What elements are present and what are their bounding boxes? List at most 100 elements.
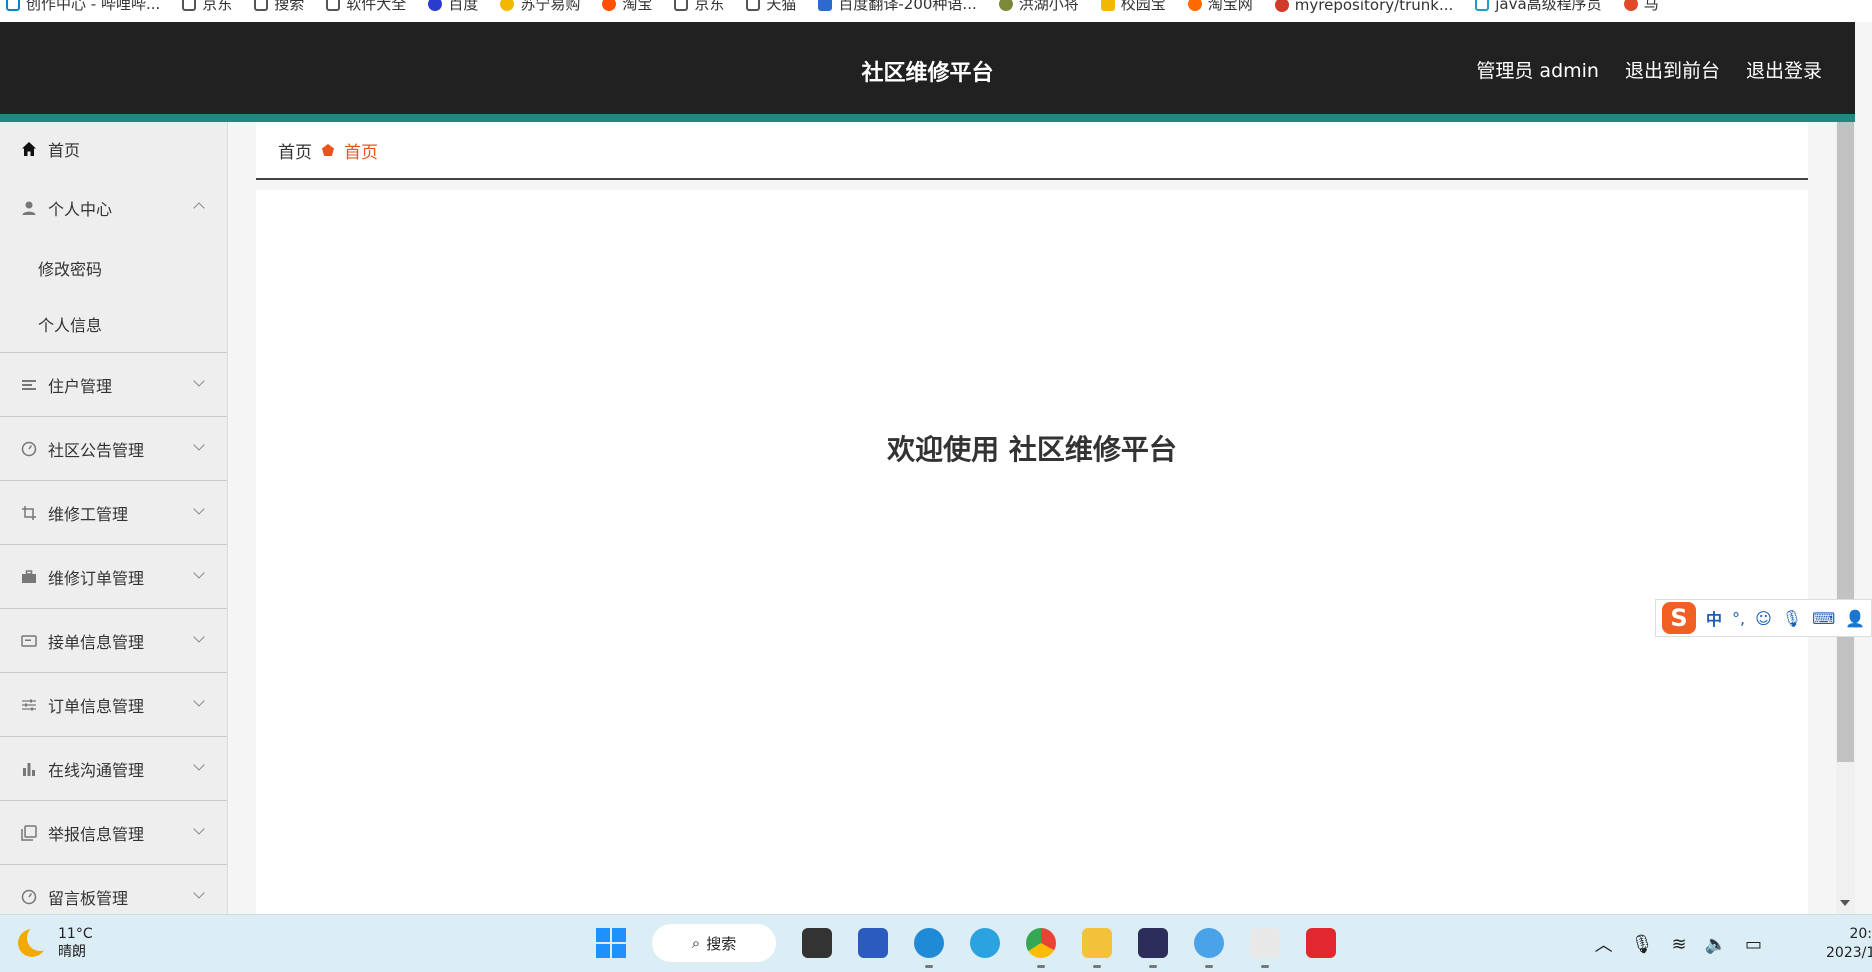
bookmark-item[interactable]: 搜索 [254, 0, 304, 14]
suning-icon [500, 0, 515, 11]
sogou-logo-icon[interactable]: S [1662, 602, 1696, 634]
sidebar-item-label: 维修订单管理 [48, 568, 145, 588]
weather-widget[interactable]: 11°C 晴朗 [18, 925, 93, 961]
sidebar-item-home[interactable]: 首页 [0, 122, 227, 176]
photos-icon[interactable] [1194, 928, 1224, 968]
taskbar-search[interactable]: ⌕ 搜索 [652, 924, 776, 962]
bookmark-item[interactable]: 马 [1623, 0, 1659, 14]
search-icon: ⌕ [691, 934, 701, 952]
game-icon [998, 0, 1013, 11]
page-scrollbar[interactable] [1836, 122, 1855, 914]
page-icon [326, 0, 341, 11]
sidebar-item-order-info[interactable]: 订单信息管理 [0, 673, 227, 737]
sidebar-item-repairmen[interactable]: 维修工管理 [0, 481, 227, 545]
chrome-icon [1274, 0, 1289, 12]
chevron-down-icon [193, 759, 205, 771]
sidebar-item-personal[interactable]: 个人中心 [0, 176, 227, 240]
sidebar-subitem-personal-info[interactable]: 个人信息 [0, 296, 227, 352]
welcome-title: 欢迎使用 社区维修平台 [887, 433, 1177, 466]
file-explorer-icon[interactable] [1082, 928, 1112, 968]
gauge-icon [20, 888, 38, 906]
bookmark-item[interactable]: 百度翻译-200种语... [818, 0, 977, 14]
ime-toolbar: S 中 °, ☺ 🎙 ⌨ 👤 [1655, 599, 1872, 637]
taskbar: 11°C 晴朗 ⌕ 搜索 ︿ 🎙 ≋ 🔈 ▭ 20: 2023/1 [0, 914, 1872, 972]
edge-icon[interactable] [914, 928, 944, 968]
keyboard-icon[interactable]: ⌨ [1812, 609, 1835, 628]
sidebar-group-personal: 个人中心 修改密码 个人信息 [0, 176, 227, 353]
clock-time: 20: [1849, 926, 1872, 942]
microphone-icon[interactable]: 🎙 [1782, 609, 1802, 628]
chevron-down-icon [193, 695, 205, 707]
wps-presentation-icon[interactable] [1250, 928, 1280, 968]
bookmark-item[interactable]: 软件大全 [326, 0, 406, 14]
exit-to-front-link[interactable]: 退出到前台 [1625, 56, 1720, 83]
translate-icon [818, 0, 833, 11]
sidebar-item-accept-info[interactable]: 接单信息管理 [0, 609, 227, 673]
sidebar-item-label: 住户管理 [48, 376, 113, 396]
chevron-down-icon [193, 375, 205, 387]
bookmark-item[interactable]: 天猫 [746, 0, 796, 14]
crop-icon [20, 504, 38, 522]
remote-desktop-icon[interactable] [858, 928, 888, 958]
bookmark-item[interactable]: 京东 [674, 0, 724, 14]
logout-link[interactable]: 退出登录 [1746, 56, 1822, 83]
wps-icon[interactable] [1306, 928, 1336, 958]
chevron-down-icon [193, 567, 205, 579]
sidebar-item-label: 举报信息管理 [48, 824, 145, 844]
bookmark-item[interactable]: 苏宁易购 [500, 0, 580, 14]
battery-icon[interactable]: ▭ [1745, 934, 1762, 955]
emoji-icon[interactable]: ☺ [1755, 609, 1772, 628]
sidebar-item-notices[interactable]: 社区公告管理 [0, 417, 227, 481]
main-area: 首页 首页 欢迎使用 社区维修平台 [256, 122, 1808, 918]
page-icon [1475, 0, 1490, 11]
windows-start-icon[interactable] [596, 928, 626, 958]
header-links: 管理员 admin 退出到前台 退出登录 [1476, 56, 1822, 83]
chrome-icon[interactable] [1026, 928, 1056, 968]
breadcrumb-home[interactable]: 首页 [278, 138, 312, 163]
bookmark-item[interactable]: 百度 [428, 0, 478, 14]
copy-icon [20, 824, 38, 842]
chevron-down-icon [193, 887, 205, 899]
browser-e-icon[interactable] [970, 928, 1000, 958]
list-icon [20, 376, 38, 394]
sidebar-item-label: 订单信息管理 [48, 696, 145, 716]
sidebar-item-repair-orders[interactable]: 维修订单管理 [0, 545, 227, 609]
sidebar-item-messages[interactable]: 留言板管理 [0, 865, 227, 914]
intellij-icon[interactable] [1138, 928, 1168, 968]
sidebar-item-label: 接单信息管理 [48, 632, 145, 652]
bookmark-item[interactable]: 校园宝 [1100, 0, 1166, 14]
bookmark-item[interactable]: 京东 [182, 0, 232, 14]
sidebar-item-chat[interactable]: 在线沟通管理 [0, 737, 227, 801]
scroll-down-arrow-icon[interactable] [1840, 900, 1850, 906]
chevron-down-icon [193, 439, 205, 451]
sidebar-item-reports[interactable]: 举报信息管理 [0, 801, 227, 865]
sidebar-item-label: 维修工管理 [48, 504, 129, 524]
clock[interactable]: 20: 2023/1 [1826, 925, 1872, 963]
bookmark-item[interactable]: 洪湖小将 [998, 0, 1079, 14]
sidebar-subitem-change-password[interactable]: 修改密码 [0, 240, 227, 296]
campus-icon [1100, 0, 1115, 11]
bilibili-icon [6, 0, 20, 11]
bookmark-item[interactable]: 淘宝网 [1187, 0, 1253, 14]
sidebar-item-residents[interactable]: 住户管理 [0, 353, 227, 417]
bookmark-item[interactable]: 淘宝 [602, 0, 652, 14]
chevron-up-icon[interactable]: ︿ [1595, 931, 1613, 957]
ime-punctuation-toggle[interactable]: °, [1732, 609, 1745, 628]
chevron-down-icon [193, 823, 205, 835]
user-icon [20, 199, 38, 217]
card-icon [20, 632, 38, 650]
scrollbar-thumb[interactable] [1837, 122, 1854, 762]
taobao-icon [1187, 0, 1202, 11]
microphone-icon[interactable]: 🎙 [1631, 934, 1654, 955]
volume-icon[interactable]: 🔈 [1705, 934, 1727, 955]
weather-condition: 晴朗 [58, 944, 86, 960]
ime-language-toggle[interactable]: 中 [1706, 606, 1722, 630]
admin-label: 管理员 admin [1476, 60, 1599, 82]
task-view-icon[interactable] [802, 928, 832, 958]
breadcrumb-current: 首页 [344, 142, 378, 163]
user-icon[interactable]: 👤 [1845, 609, 1865, 628]
bookmark-item[interactable]: 创作中心 - 哔哩哔... [6, 0, 160, 14]
bookmark-item[interactable]: java高级程序员 [1475, 0, 1602, 14]
wifi-icon[interactable]: ≋ [1671, 934, 1686, 955]
bookmark-item[interactable]: myrepository/trunk... [1274, 0, 1453, 14]
